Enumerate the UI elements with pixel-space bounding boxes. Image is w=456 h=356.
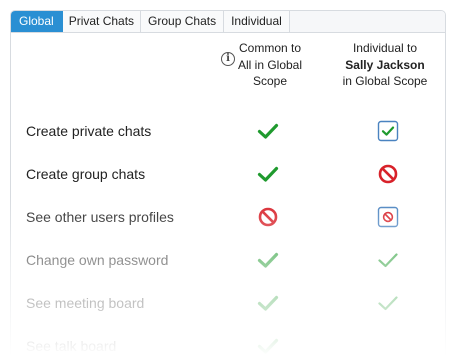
individual-header-line3: in Global Scope (342, 74, 428, 88)
check-icon[interactable] (256, 162, 280, 186)
permission-row: Create private chats (0, 117, 456, 147)
permission-row: Change own password (0, 246, 456, 276)
column-header-individual: Individual to Sally Jackson in Global Sc… (334, 40, 436, 90)
checkbox-deny[interactable] (376, 205, 400, 229)
checkbox-checked[interactable] (376, 119, 400, 143)
scope-tabs: Global Privat Chats Group Chats Individu… (11, 11, 445, 33)
permission-label: Create group chats (26, 166, 146, 182)
common-header-line2: All in Global (237, 57, 303, 72)
check-icon[interactable] (256, 119, 280, 143)
permission-label: Create private chats (26, 123, 152, 139)
check-icon[interactable] (256, 248, 280, 272)
check-icon[interactable] (376, 291, 400, 315)
common-header-line3: Scope (252, 74, 288, 88)
column-header-common: Common to All in Global Scope (230, 40, 310, 90)
permission-row: See other users profiles (0, 203, 456, 233)
check-icon[interactable] (376, 248, 400, 272)
tab-individual[interactable]: Individual (224, 11, 290, 32)
permissions-window: Global Privat Chats Group Chats Individu… (0, 0, 456, 356)
check-icon[interactable] (256, 334, 280, 356)
permission-label: See other users profiles (26, 209, 174, 225)
deny-icon[interactable] (376, 162, 400, 186)
permission-row: Create group chats (0, 160, 456, 190)
permission-row: See meeting board (0, 289, 456, 319)
individual-header-name: Sally Jackson (345, 57, 425, 72)
tab-privat-chats[interactable]: Privat Chats (62, 11, 142, 32)
permission-row: See talk board (0, 332, 456, 356)
tab-global[interactable]: Global (11, 11, 63, 32)
common-header-line1: Common to (238, 41, 302, 55)
permission-label: See meeting board (26, 295, 145, 311)
individual-header-line1: Individual to (352, 41, 418, 55)
permission-label: Change own password (26, 252, 169, 268)
deny-icon[interactable] (256, 205, 280, 229)
permission-label: See talk board (26, 338, 117, 354)
tab-group-chats[interactable]: Group Chats (141, 11, 225, 32)
check-icon[interactable] (256, 291, 280, 315)
